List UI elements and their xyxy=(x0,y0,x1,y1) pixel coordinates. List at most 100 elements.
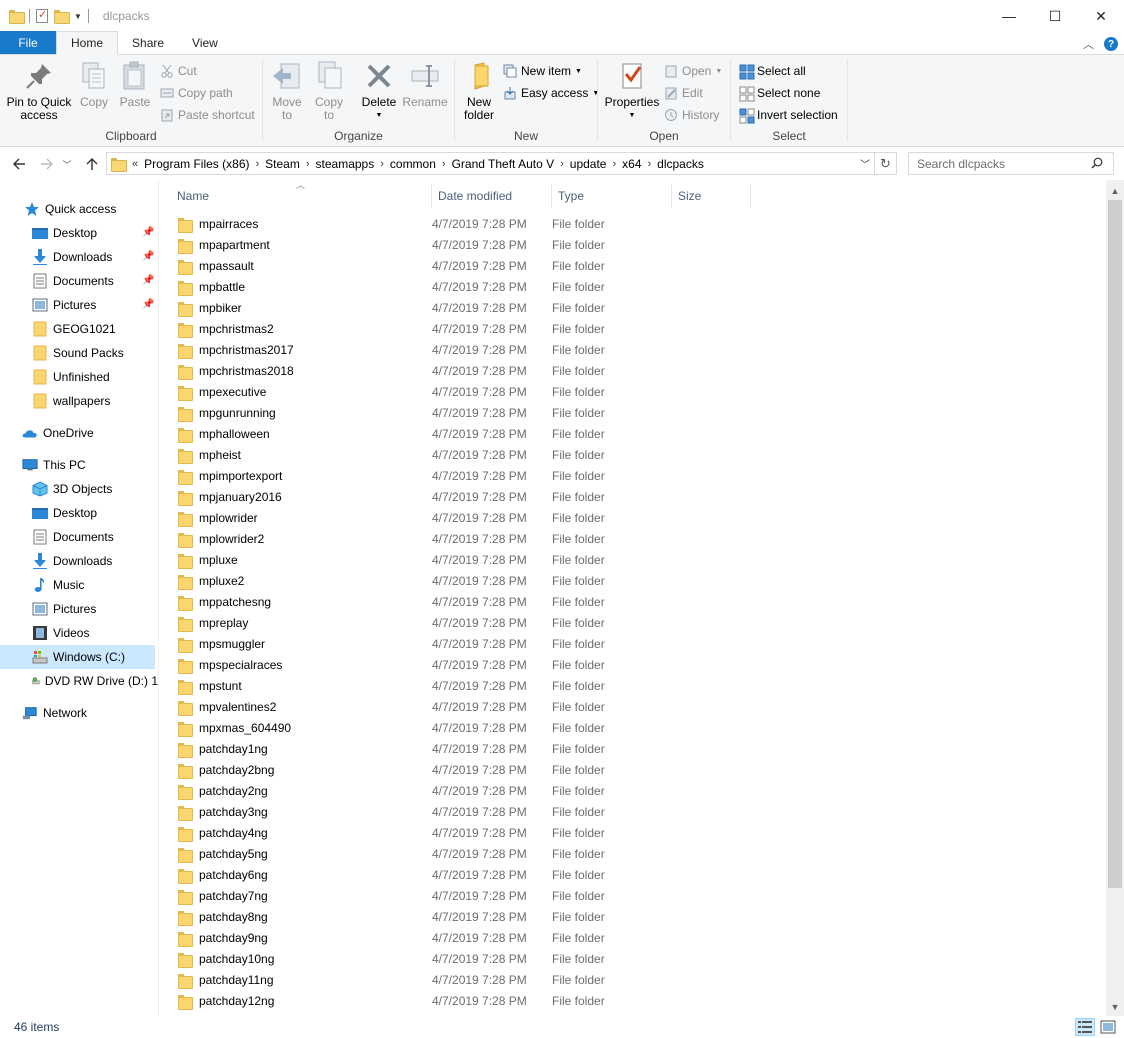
nav-network[interactable]: Network xyxy=(22,701,158,725)
nav-item-videos[interactable]: Videos xyxy=(32,621,158,645)
tab-share[interactable]: Share xyxy=(118,31,178,54)
tab-view[interactable]: View xyxy=(178,31,232,54)
nav-item-downloads[interactable]: Downloads xyxy=(32,245,158,269)
column-header-date[interactable]: Date modified xyxy=(432,184,552,208)
collapse-ribbon-icon[interactable]: ︿ xyxy=(1083,36,1094,52)
table-row[interactable]: patchday2ng 4/7/2019 7:28 PM File folder xyxy=(177,780,757,801)
address-history-dropdown-icon[interactable]: ﹀ xyxy=(860,156,870,171)
nav-item-desktop-pc[interactable]: Desktop xyxy=(32,501,158,525)
paste-button[interactable]: Paste xyxy=(118,60,152,109)
breadcrumb-steamapps[interactable]: steamapps xyxy=(311,157,380,171)
open-button[interactable]: Open ▼ xyxy=(664,61,722,81)
table-row[interactable]: mpjanuary2016 4/7/2019 7:28 PM File folder xyxy=(177,486,757,507)
copy-path-button[interactable]: Copy path xyxy=(160,83,233,103)
minimize-button[interactable]: — xyxy=(986,0,1032,32)
table-row[interactable]: patchday2bng 4/7/2019 7:28 PM File folder xyxy=(177,759,757,780)
column-header-name[interactable]: Name xyxy=(171,184,432,208)
column-header-size[interactable]: Size xyxy=(672,184,751,208)
table-row[interactable]: mpluxe 4/7/2019 7:28 PM File folder xyxy=(177,549,757,570)
nav-item-desktop[interactable]: Desktop xyxy=(32,221,158,245)
properties-dropdown-icon[interactable]: ▼ xyxy=(629,109,636,122)
table-row[interactable]: mplowrider 4/7/2019 7:28 PM File folder xyxy=(177,507,757,528)
address-bar[interactable]: « Program Files (x86) › Steam › steamapp… xyxy=(106,152,897,175)
scroll-thumb[interactable] xyxy=(1108,200,1122,888)
rename-button[interactable]: Rename xyxy=(402,60,448,109)
table-row[interactable]: patchday11ng 4/7/2019 7:28 PM File folder xyxy=(177,969,757,990)
nav-this-pc[interactable]: This PC xyxy=(22,453,158,477)
details-view-button[interactable] xyxy=(1075,1018,1095,1036)
address-overflow-button[interactable]: « xyxy=(131,158,139,170)
table-row[interactable]: patchday3ng 4/7/2019 7:28 PM File folder xyxy=(177,801,757,822)
copy-button[interactable]: Copy xyxy=(78,60,110,109)
table-row[interactable]: patchday12ng 4/7/2019 7:28 PM File folder xyxy=(177,990,757,1011)
table-row[interactable]: patchday1ng 4/7/2019 7:28 PM File folder xyxy=(177,738,757,759)
table-row[interactable]: patchday4ng 4/7/2019 7:28 PM File folder xyxy=(177,822,757,843)
tab-home[interactable]: Home xyxy=(56,31,119,55)
up-button[interactable] xyxy=(80,152,104,176)
breadcrumb-x64[interactable]: x64 xyxy=(617,157,646,171)
table-row[interactable]: mplowrider2 4/7/2019 7:28 PM File folder xyxy=(177,528,757,549)
table-row[interactable]: mpgunrunning 4/7/2019 7:28 PM File folder xyxy=(177,402,757,423)
breadcrumb-program-files[interactable]: Program Files (x86) xyxy=(139,157,254,171)
table-row[interactable]: mpbattle 4/7/2019 7:28 PM File folder xyxy=(177,276,757,297)
select-none-button[interactable]: Select none xyxy=(739,83,820,103)
nav-item-documents[interactable]: Documents xyxy=(32,269,158,293)
help-icon[interactable]: ? xyxy=(1104,37,1118,51)
nav-quick-access[interactable]: Quick access xyxy=(24,197,158,221)
breadcrumb-gta-v[interactable]: Grand Theft Auto V xyxy=(447,157,560,171)
table-row[interactable]: mpimportexport 4/7/2019 7:28 PM File folde… xyxy=(177,465,757,486)
breadcrumb-common[interactable]: common xyxy=(385,157,441,171)
tab-file[interactable]: File xyxy=(0,31,56,54)
breadcrumb-steam[interactable]: Steam xyxy=(260,157,305,171)
history-button[interactable]: History xyxy=(664,105,719,125)
properties-button[interactable]: Properties ▼ xyxy=(604,60,660,122)
copy-to-button[interactable]: Copy to xyxy=(313,60,345,122)
cut-button[interactable]: Cut xyxy=(160,61,197,81)
table-row[interactable]: mpluxe2 4/7/2019 7:28 PM File folder xyxy=(177,570,757,591)
refresh-button[interactable]: ↻ xyxy=(874,153,896,174)
table-row[interactable]: mpassault 4/7/2019 7:28 PM File folder xyxy=(177,255,757,276)
close-button[interactable]: ✕ xyxy=(1078,0,1124,32)
nav-item-pictures-pc[interactable]: Pictures xyxy=(32,597,158,621)
table-row[interactable]: mpapartment 4/7/2019 7:28 PM File folder xyxy=(177,234,757,255)
new-folder-button[interactable]: New folder xyxy=(459,60,499,122)
nav-item-wallpapers[interactable]: wallpapers xyxy=(32,389,158,413)
search-input[interactable]: Search dlcpacks xyxy=(908,152,1114,175)
select-all-button[interactable]: Select all xyxy=(739,61,806,81)
table-row[interactable]: mpxmas_604490 4/7/2019 7:28 PM File folder xyxy=(177,717,757,738)
table-row[interactable]: mpairraces 4/7/2019 7:28 PM File folder xyxy=(177,213,757,234)
table-row[interactable]: mpchristmas2018 4/7/2019 7:28 PM File fold… xyxy=(177,360,757,381)
table-row[interactable]: mpchristmas2017 4/7/2019 7:28 PM File fold… xyxy=(177,339,757,360)
table-row[interactable]: mpbiker 4/7/2019 7:28 PM File folder xyxy=(177,297,757,318)
properties-quick-icon[interactable] xyxy=(36,8,48,23)
table-row[interactable]: mpexecutive 4/7/2019 7:28 PM File folder xyxy=(177,381,757,402)
table-row[interactable]: patchday8ng 4/7/2019 7:28 PM File folder xyxy=(177,906,757,927)
nav-item-dvd-drive[interactable]: DVD RW Drive (D:) 1 xyxy=(32,669,158,693)
delete-button[interactable]: Delete ▼ xyxy=(359,60,399,122)
breadcrumb-update[interactable]: update xyxy=(565,157,612,171)
easy-access-button[interactable]: Easy access ▼ xyxy=(503,83,599,103)
pin-quick-access-button[interactable]: Pin to Quick access xyxy=(6,60,72,122)
vertical-scrollbar[interactable]: ▲ ▼ xyxy=(1106,180,1124,1016)
table-row[interactable]: mpheist 4/7/2019 7:28 PM File folder xyxy=(177,444,757,465)
table-row[interactable]: mpreplay 4/7/2019 7:28 PM File folder xyxy=(177,612,757,633)
nav-item-documents-pc[interactable]: Documents xyxy=(32,525,158,549)
table-row[interactable]: mpspecialraces 4/7/2019 7:28 PM File folde… xyxy=(177,654,757,675)
nav-item-unfinished[interactable]: Unfinished xyxy=(32,365,158,389)
scroll-up-icon[interactable]: ▲ xyxy=(1106,182,1124,200)
table-row[interactable]: mpsmuggler 4/7/2019 7:28 PM File folder xyxy=(177,633,757,654)
paste-shortcut-button[interactable]: Paste shortcut xyxy=(160,105,255,125)
customize-toolbar-dropdown-icon[interactable]: ▼ xyxy=(74,12,82,21)
new-item-button[interactable]: New item ▼ xyxy=(503,61,582,81)
maximize-button[interactable]: ☐ xyxy=(1032,0,1078,32)
nav-onedrive[interactable]: OneDrive xyxy=(22,421,158,445)
invert-selection-button[interactable]: Invert selection xyxy=(739,105,838,125)
nav-item-windows-c[interactable]: Windows (C:) xyxy=(0,645,155,669)
table-row[interactable]: mphalloween 4/7/2019 7:28 PM File folder xyxy=(177,423,757,444)
table-row[interactable]: mpvalentines2 4/7/2019 7:28 PM File folder xyxy=(177,696,757,717)
table-row[interactable]: patchday7ng 4/7/2019 7:28 PM File folder xyxy=(177,885,757,906)
nav-item-3d-objects[interactable]: 3D Objects xyxy=(32,477,158,501)
table-row[interactable]: mppatchesng 4/7/2019 7:28 PM File folder xyxy=(177,591,757,612)
move-to-button[interactable]: Move to xyxy=(271,60,303,122)
table-row[interactable]: patchday6ng 4/7/2019 7:28 PM File folder xyxy=(177,864,757,885)
